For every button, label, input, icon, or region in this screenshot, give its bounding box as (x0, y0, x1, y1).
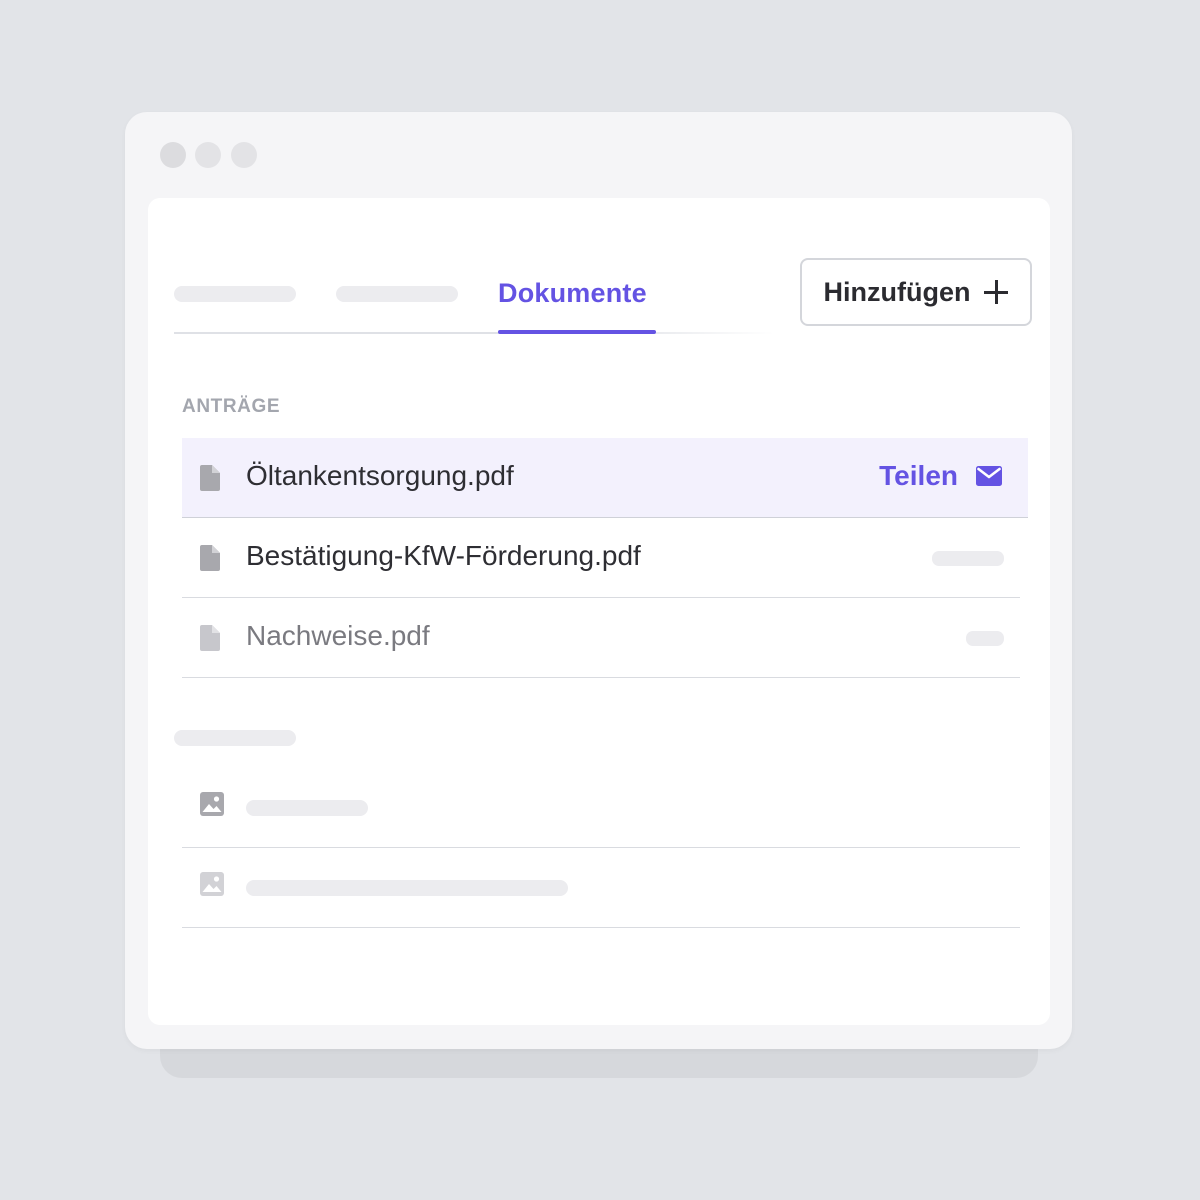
file-row-3[interactable]: Nachweise.pdf (182, 598, 1020, 678)
image-row-1[interactable] (182, 768, 1020, 848)
file-meta-placeholder (932, 551, 1004, 566)
file-name: Bestätigung-KfW-Förderung.pdf (246, 540, 641, 571)
app-window: Dokumente Hinzufügen ANTRÄGE Öltankentso… (125, 112, 1072, 1049)
tab-divider (174, 332, 774, 334)
section-label: ANTRÄGE (182, 396, 281, 417)
file-meta-placeholder (966, 631, 1004, 646)
window-maximize-dot[interactable] (231, 142, 257, 168)
share-label: Teilen (879, 460, 958, 491)
active-tab-indicator (498, 330, 656, 334)
image-icon (200, 792, 224, 816)
add-button[interactable]: Hinzufügen (800, 258, 1032, 326)
file-name: Öltankentsorgung.pdf (246, 460, 514, 491)
image-name-placeholder (246, 880, 568, 896)
share-button[interactable]: Teilen (879, 460, 1002, 492)
mail-icon (976, 466, 1002, 486)
file-icon (200, 545, 220, 571)
add-button-label: Hinzufügen (823, 276, 971, 307)
file-row-2[interactable]: Bestätigung-KfW-Förderung.pdf (182, 518, 1020, 598)
section-label-placeholder (174, 730, 296, 746)
file-icon (200, 625, 220, 651)
image-name-placeholder (246, 800, 368, 816)
file-icon (200, 465, 220, 491)
image-icon (200, 872, 224, 896)
window-minimize-dot[interactable] (195, 142, 221, 168)
plus-icon (984, 280, 1009, 304)
file-row-1[interactable]: Öltankentsorgung.pdf Teilen (182, 438, 1028, 518)
file-name: Nachweise.pdf (246, 620, 430, 651)
tab-placeholder-2[interactable] (336, 286, 458, 302)
window-close-dot[interactable] (160, 142, 186, 168)
image-row-2[interactable] (182, 848, 1020, 928)
tab-placeholder-1[interactable] (174, 286, 296, 302)
tab-dokumente[interactable]: Dokumente (498, 278, 647, 334)
main-panel: Dokumente Hinzufügen ANTRÄGE Öltankentso… (148, 198, 1050, 1025)
